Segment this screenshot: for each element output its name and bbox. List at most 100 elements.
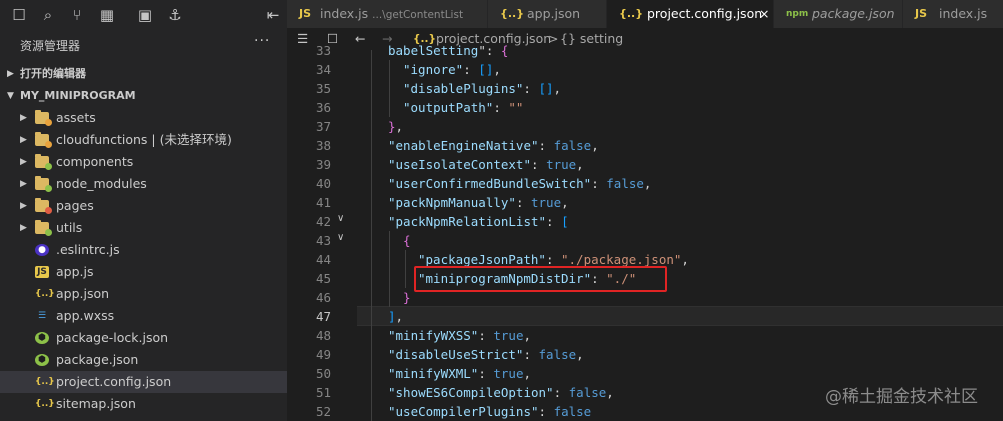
open-editors-section[interactable]: ▶ 打开的编辑器 [0, 63, 287, 85]
code-line[interactable]: ], [388, 307, 403, 326]
tree-item-label: node_modules [56, 176, 147, 191]
line-number: 35 [315, 81, 331, 96]
code-line[interactable]: } [403, 288, 411, 307]
code-line[interactable]: { [403, 231, 411, 250]
files-icon[interactable]: ☐ [8, 4, 30, 26]
breadcrumb-symbol[interactable]: {} setting [560, 28, 623, 50]
search-icon[interactable]: ⌕ [37, 4, 59, 26]
line-number: 51 [315, 385, 331, 400]
folder-icon [35, 220, 52, 236]
line-number: 52 [315, 404, 331, 419]
line-number: 41 [315, 195, 331, 210]
json-file-icon: {..} [35, 289, 55, 299]
indent-guide [371, 50, 372, 421]
code-line[interactable]: "useIsolateContext": true, [388, 155, 584, 174]
tab-label: package.json [812, 6, 895, 21]
line-number: 45 [315, 271, 331, 286]
source-control-icon[interactable]: ⑂ [66, 4, 88, 26]
tree-file[interactable]: ⬢ package-lock.json [0, 327, 287, 349]
code-line[interactable]: "enableEngineNative": false, [388, 136, 599, 155]
tab-index-js[interactable]: JS index.js [903, 0, 1003, 28]
tab-bar: JS index.js ...\getContentList {..} app.… [287, 0, 1003, 28]
tab-package-json[interactable]: npm package.json [774, 0, 903, 28]
line-number: 39 [315, 157, 331, 172]
chevron-right-icon[interactable]: ▶ [20, 217, 27, 239]
tree-folder[interactable]: ▶ components [0, 151, 287, 173]
code-line[interactable]: "ignore": [], [403, 60, 501, 79]
collapse-panel-icon[interactable]: ⇤ [262, 4, 284, 26]
tree-folder[interactable]: ▶ pages [0, 195, 287, 217]
code-line[interactable]: }, [388, 117, 403, 136]
tab-project-config-json[interactable]: {..} project.config.json × [607, 0, 774, 28]
eslint-file-icon: ● [35, 244, 49, 256]
chevron-right-icon[interactable]: ▶ [20, 107, 27, 129]
code-line[interactable]: "packNpmManually": true, [388, 193, 569, 212]
tree-item-label: app.js [56, 264, 94, 279]
npm-file-icon: ⬢ [35, 354, 49, 366]
tree-item-label: project.config.json [56, 374, 172, 389]
tab-app-json[interactable]: {..} app.json [488, 0, 607, 28]
tab-label: project.config.json [647, 6, 763, 21]
chevron-right-icon: ▶ [7, 69, 14, 79]
tree-item-label: components [56, 154, 134, 169]
code-line[interactable]: "minifyWXSS": true, [388, 326, 531, 345]
code-line[interactable]: "showES6CompileOption": false, [388, 383, 614, 402]
line-number: 47 [315, 309, 331, 324]
tree-folder[interactable]: ▶ assets [0, 107, 287, 129]
fold-chevron-icon[interactable]: ∨ [337, 213, 344, 224]
tree-item-label: app.wxss [56, 308, 115, 323]
chevron-right-icon[interactable]: ▶ [20, 173, 27, 195]
back-arrow-icon[interactable]: ← [355, 28, 365, 50]
tree-file[interactable]: {..} app.json [0, 283, 287, 305]
chevron-right-icon[interactable]: ▶ [20, 129, 27, 151]
activity-bar: ☐ ⌕ ⑂ ▦ ▣ ⚓ ⇤ [0, 0, 287, 30]
tab-label: index.js [939, 6, 988, 21]
code-line[interactable]: "userConfirmedBundleSwitch": false, [388, 174, 651, 193]
chevron-right-icon[interactable]: ▶ [20, 151, 27, 173]
tree-file[interactable]: ⬢ package.json [0, 349, 287, 371]
json-file-icon: {..} [35, 399, 55, 409]
indent-guide [389, 231, 390, 307]
tree-file[interactable]: {..} sitemap.json [0, 393, 287, 415]
tab-index-js-getcontentlist[interactable]: JS index.js ...\getContentList [287, 0, 488, 28]
tab-description: ...\getContentList [372, 9, 464, 21]
tree-file[interactable]: JS app.js [0, 261, 287, 283]
chevron-right-icon[interactable]: ▶ [20, 195, 27, 217]
css-file-icon: ☰ [37, 311, 47, 321]
tree-folder[interactable]: ▶ cloudfunctions | (未选择环境) [0, 129, 287, 151]
tree-file[interactable]: ☰ app.wxss [0, 305, 287, 327]
close-icon[interactable]: × [759, 0, 769, 28]
code-line[interactable]: "packNpmRelationList": [ [388, 212, 569, 231]
fold-chevron-icon[interactable]: ∨ [337, 232, 344, 243]
explorer-title: 资源管理器 [20, 39, 81, 53]
tree-file[interactable]: {..} project.config.json [0, 371, 287, 393]
tree-item-label: utils [56, 220, 83, 235]
tree-item-label: .eslintrc.js [56, 242, 120, 257]
line-number: 34 [315, 62, 331, 77]
docker-icon[interactable]: ⚓ [164, 4, 186, 26]
image-icon[interactable]: ▣ [134, 4, 156, 26]
tree-folder[interactable]: ▶ node_modules [0, 173, 287, 195]
code-line[interactable]: "disableUseStrict": false, [388, 345, 584, 364]
line-number: 37 [315, 119, 331, 134]
line-number: 48 [315, 328, 331, 343]
code-line[interactable]: "minifyWXML": true, [388, 364, 531, 383]
folder-icon [35, 176, 52, 192]
tree-folder[interactable]: ▶ utils [0, 217, 287, 239]
more-actions-button[interactable]: ··· [254, 33, 270, 49]
chevron-down-icon: ▼ [7, 91, 14, 101]
extensions-icon[interactable]: ▦ [96, 4, 118, 26]
line-number: 40 [315, 176, 331, 191]
code-line[interactable]: babelSetting": { [388, 41, 508, 60]
code-line[interactable]: "outputPath": "" [403, 98, 523, 117]
indent-guide [389, 60, 390, 117]
tab-label: app.json [527, 6, 581, 21]
line-number: 46 [315, 290, 331, 305]
json-file-icon: {..} [619, 7, 644, 20]
project-section[interactable]: ▼ MY_MINIPROGRAM [0, 85, 287, 107]
code-line[interactable]: "disablePlugins": [], [403, 79, 561, 98]
tree-file[interactable]: ● .eslintrc.js [0, 239, 287, 261]
tree-item-label: pages [56, 198, 94, 213]
tree-item-label: cloudfunctions | (未选择环境) [56, 132, 232, 147]
code-line[interactable]: "useCompilerPlugins": false [388, 402, 591, 421]
